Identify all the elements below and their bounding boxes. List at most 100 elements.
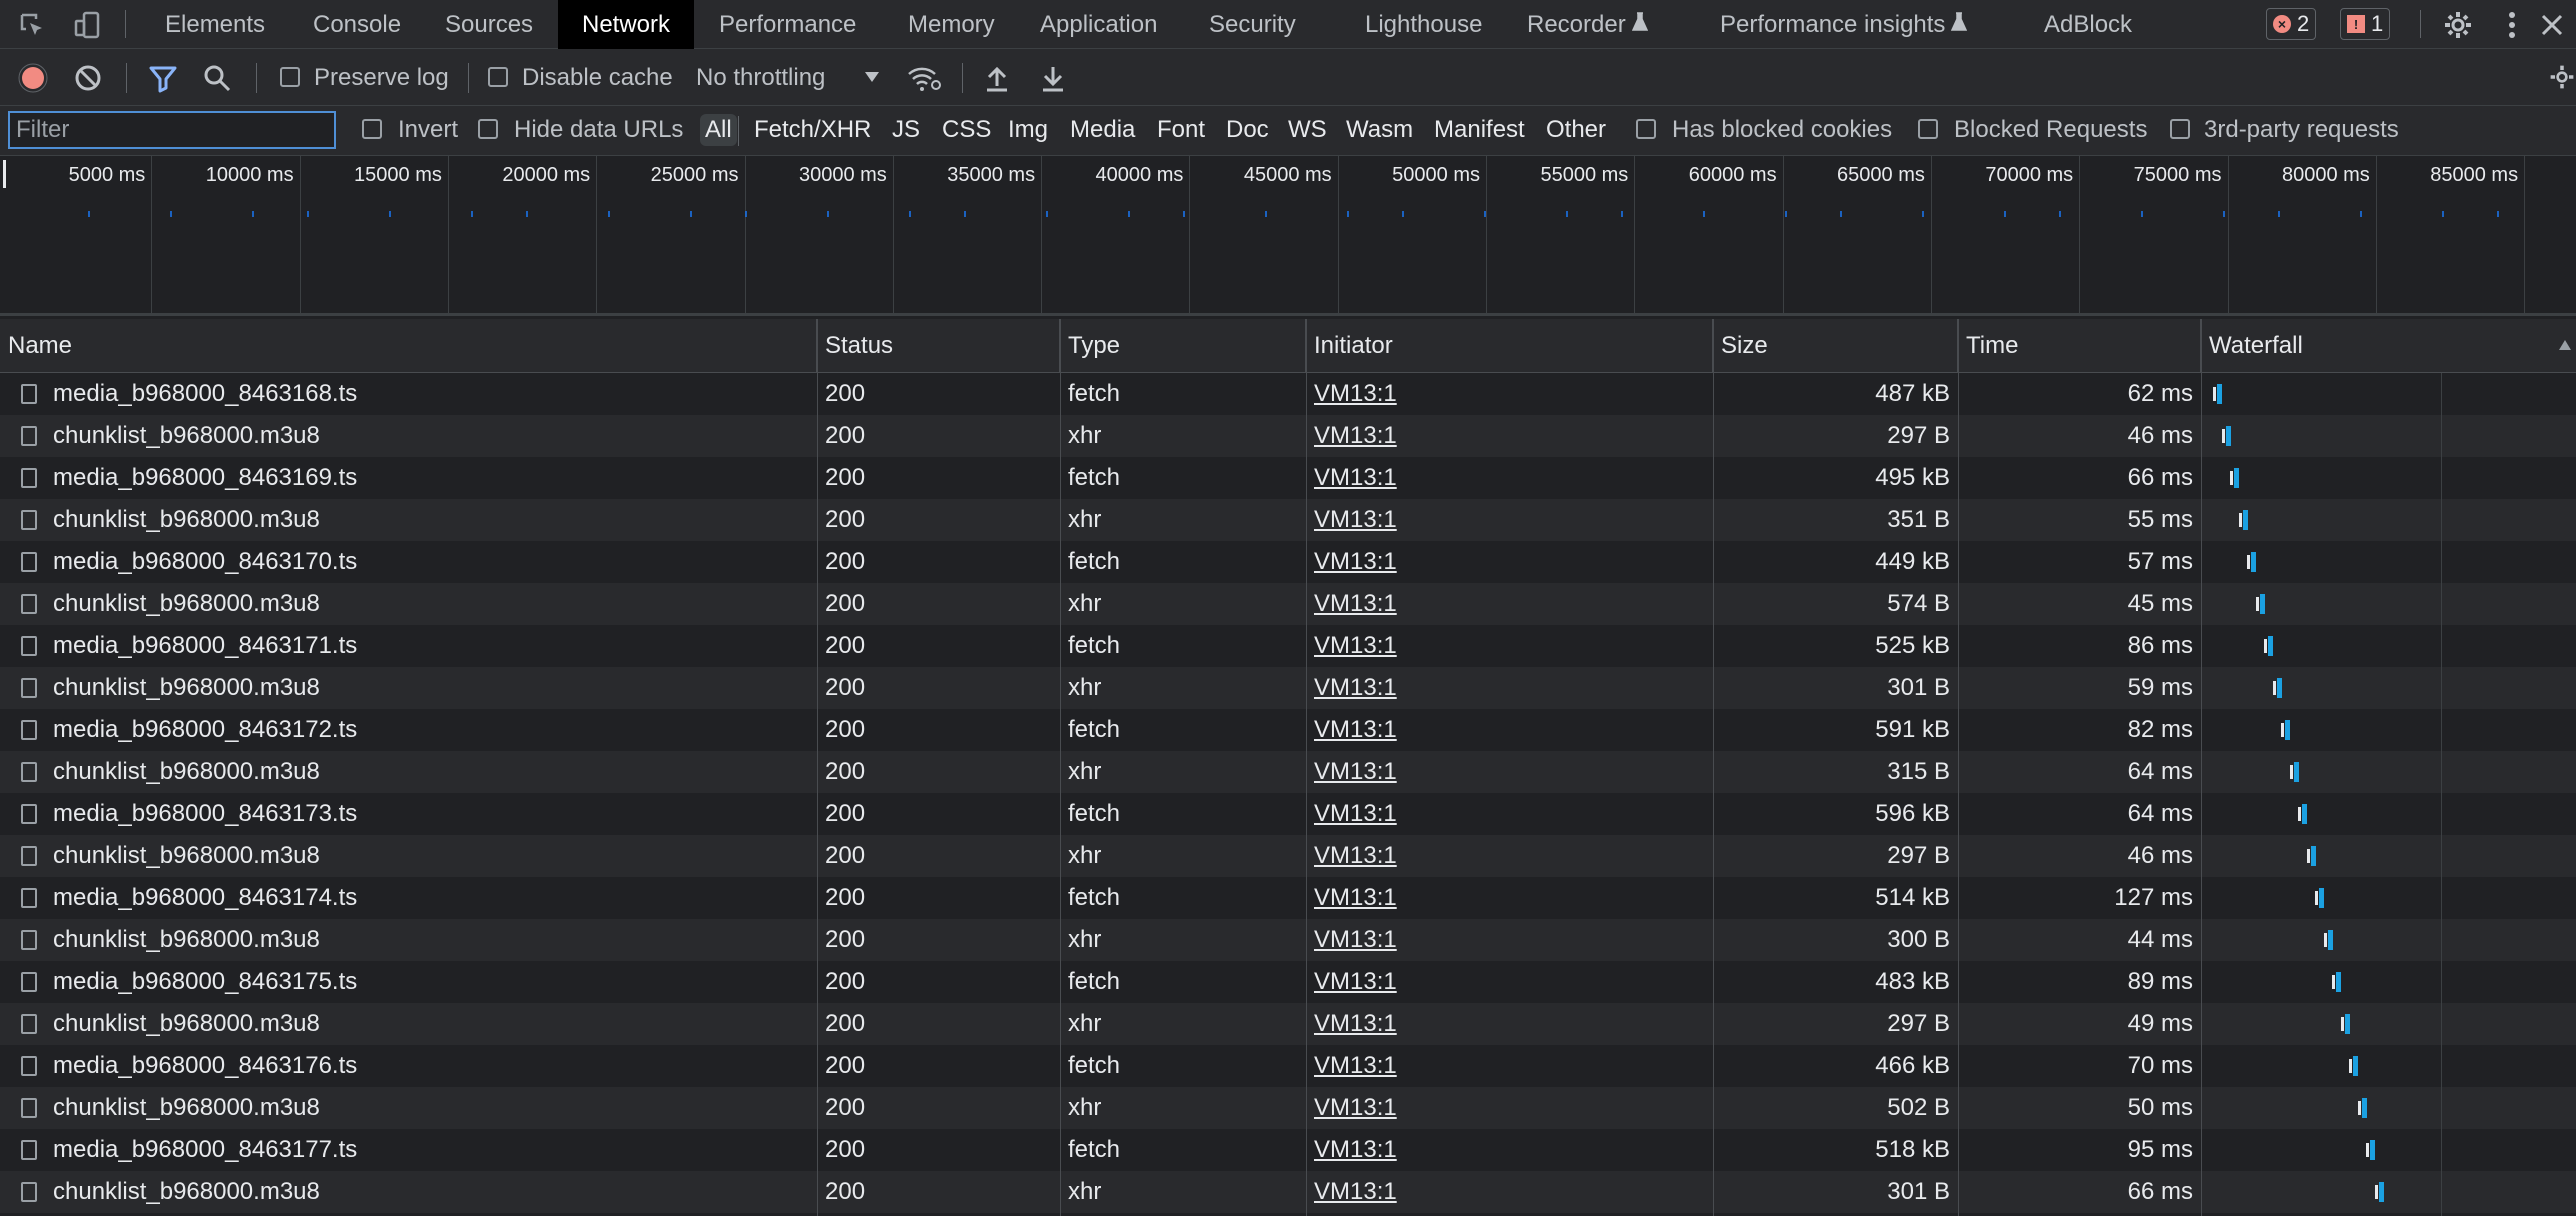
preserve-log-checkbox[interactable] (280, 67, 300, 87)
request-name[interactable]: media_b968000_8463173.ts (53, 793, 357, 835)
request-initiator-link[interactable]: VM13:1 (1314, 835, 1397, 877)
request-initiator-link[interactable]: VM13:1 (1314, 373, 1397, 415)
column-header-name[interactable]: Name (0, 319, 817, 373)
table-row[interactable]: chunklist_b968000.m3u8 200 xhr VM13:1 315 B 6… (0, 751, 2576, 793)
request-name[interactable]: media_b968000_8463168.ts (53, 373, 357, 415)
errors-badge[interactable]: × 2 (2266, 8, 2317, 40)
request-name[interactable]: chunklist_b968000.m3u8 (53, 751, 320, 793)
type-filter-doc[interactable]: Doc (1226, 116, 1269, 144)
request-initiator-link[interactable]: VM13:1 (1314, 541, 1397, 583)
type-filter-img[interactable]: Img (1008, 116, 1048, 144)
request-initiator-link[interactable]: VM13:1 (1314, 667, 1397, 709)
table-row[interactable]: chunklist_b968000.m3u8 200 xhr VM13:1 297 B 4… (0, 415, 2576, 457)
tab-adblock[interactable]: AdBlock (2022, 0, 2154, 49)
request-name[interactable]: chunklist_b968000.m3u8 (53, 1003, 320, 1045)
request-initiator-link[interactable]: VM13:1 (1314, 961, 1397, 1003)
request-name[interactable]: media_b968000_8463176.ts (53, 1045, 357, 1087)
request-name[interactable]: media_b968000_8463177.ts (53, 1129, 357, 1171)
tab-elements[interactable]: Elements (143, 0, 287, 49)
request-initiator-link[interactable]: VM13:1 (1314, 1171, 1397, 1213)
table-row[interactable]: chunklist_b968000.m3u8 200 xhr VM13:1 297 B 4… (0, 835, 2576, 877)
request-name[interactable]: chunklist_b968000.m3u8 (53, 835, 320, 877)
request-name[interactable]: chunklist_b968000.m3u8 (53, 667, 320, 709)
network-settings-gear-icon[interactable] (2548, 63, 2576, 91)
request-initiator-link[interactable]: VM13:1 (1314, 1129, 1397, 1171)
request-name[interactable]: chunklist_b968000.m3u8 (53, 583, 320, 625)
request-initiator-link[interactable]: VM13:1 (1314, 1087, 1397, 1129)
request-initiator-link[interactable]: VM13:1 (1314, 1045, 1397, 1087)
tab-lighthouse[interactable]: Lighthouse (1351, 0, 1496, 49)
type-filter-all[interactable]: All (700, 114, 737, 146)
request-name[interactable]: media_b968000_8463170.ts (53, 541, 357, 583)
column-header-status[interactable]: Status (817, 319, 1060, 373)
table-row[interactable]: media_b968000_8463169.ts 200 fetch VM13:1 49… (0, 457, 2576, 499)
request-name[interactable]: chunklist_b968000.m3u8 (53, 1087, 320, 1129)
preserve-log-label[interactable]: Preserve log (314, 64, 449, 92)
blocked-requests-checkbox[interactable] (1918, 119, 1938, 139)
type-filter-ws[interactable]: WS (1288, 116, 1327, 144)
column-header-waterfall[interactable]: Waterfall (2201, 319, 2576, 373)
request-initiator-link[interactable]: VM13:1 (1314, 877, 1397, 919)
network-conditions-icon[interactable] (906, 63, 942, 93)
record-button[interactable] (18, 63, 48, 93)
type-filter-css[interactable]: CSS (942, 116, 991, 144)
table-row[interactable]: media_b968000_8463168.ts 200 fetch VM13:1 48… (0, 373, 2576, 415)
table-row[interactable]: chunklist_b968000.m3u8 200 xhr VM13:1 297 B 4… (0, 1003, 2576, 1045)
tab-console[interactable]: Console (289, 0, 425, 49)
table-row[interactable]: media_b968000_8463175.ts 200 fetch VM13:1 48… (0, 961, 2576, 1003)
sort-ascending-icon[interactable] (2558, 339, 2572, 351)
request-initiator-link[interactable]: VM13:1 (1314, 457, 1397, 499)
issues-badge[interactable]: ! 1 (2340, 8, 2391, 40)
hide-data-urls-checkbox[interactable] (478, 119, 498, 139)
request-name[interactable]: media_b968000_8463171.ts (53, 625, 357, 667)
blocked-requests-label[interactable]: Blocked Requests (1954, 116, 2147, 144)
column-header-size[interactable]: Size (1713, 319, 1958, 373)
third-party-requests-checkbox[interactable] (2170, 119, 2190, 139)
table-row[interactable]: media_b968000_8463172.ts 200 fetch VM13:1 59… (0, 709, 2576, 751)
request-name[interactable]: chunklist_b968000.m3u8 (53, 499, 320, 541)
invert-checkbox[interactable] (362, 119, 382, 139)
type-filter-font[interactable]: Font (1157, 116, 1205, 144)
table-row[interactable]: media_b968000_8463174.ts 200 fetch VM13:1 51… (0, 877, 2576, 919)
request-name[interactable]: media_b968000_8463174.ts (53, 877, 357, 919)
settings-gear-icon[interactable] (2440, 7, 2476, 43)
request-name[interactable]: chunklist_b968000.m3u8 (53, 919, 320, 961)
type-filter-media[interactable]: Media (1070, 116, 1135, 144)
request-initiator-link[interactable]: VM13:1 (1314, 625, 1397, 667)
overview-selection-handle[interactable] (3, 160, 6, 188)
more-options-icon[interactable] (2494, 7, 2530, 43)
table-row[interactable]: chunklist_b968000.m3u8 200 xhr VM13:1 574 B 4… (0, 583, 2576, 625)
request-name[interactable]: media_b968000_8463175.ts (53, 961, 357, 1003)
table-row[interactable]: chunklist_b968000.m3u8 200 xhr VM13:1 301 B 5… (0, 667, 2576, 709)
inspect-element-icon[interactable] (14, 7, 50, 43)
tab-security[interactable]: Security (1185, 0, 1320, 49)
has-blocked-cookies-label[interactable]: Has blocked cookies (1672, 116, 1892, 144)
tab-application[interactable]: Application (1020, 0, 1177, 49)
tab-memory[interactable]: Memory (884, 0, 1019, 49)
third-party-requests-label[interactable]: 3rd-party requests (2204, 116, 2399, 144)
tab-sources[interactable]: Sources (421, 0, 557, 49)
request-name[interactable]: media_b968000_8463169.ts (53, 457, 357, 499)
type-filter-manifest[interactable]: Manifest (1434, 116, 1525, 144)
request-initiator-link[interactable]: VM13:1 (1314, 499, 1397, 541)
tab-performance-insights[interactable]: Performance insights (1704, 0, 1983, 49)
tab-network[interactable]: Network (558, 0, 695, 49)
column-header-time[interactable]: Time (1958, 319, 2201, 373)
column-header-initiator[interactable]: Initiator (1306, 319, 1713, 373)
close-devtools-icon[interactable] (2534, 7, 2570, 43)
dropdown-arrow-icon[interactable] (864, 71, 880, 83)
throttling-select[interactable]: No throttling (696, 64, 825, 92)
disable-cache-checkbox[interactable] (488, 67, 508, 87)
network-overview-timeline[interactable]: 5000 ms 10000 ms 15000 ms 20000 ms 25000 ms 3… (0, 156, 2576, 316)
type-filter-wasm[interactable]: Wasm (1346, 116, 1413, 144)
request-initiator-link[interactable]: VM13:1 (1314, 1003, 1397, 1045)
request-initiator-link[interactable]: VM13:1 (1314, 583, 1397, 625)
request-initiator-link[interactable]: VM13:1 (1314, 751, 1397, 793)
table-row[interactable]: media_b968000_8463171.ts 200 fetch VM13:1 52… (0, 625, 2576, 667)
invert-label[interactable]: Invert (398, 116, 458, 144)
table-row[interactable]: media_b968000_8463170.ts 200 fetch VM13:1 44… (0, 541, 2576, 583)
tab-recorder[interactable]: Recorder (1517, 0, 1658, 49)
hide-data-urls-label[interactable]: Hide data URLs (514, 116, 683, 144)
table-row[interactable]: media_b968000_8463176.ts 200 fetch VM13:1 46… (0, 1045, 2576, 1087)
request-initiator-link[interactable]: VM13:1 (1314, 793, 1397, 835)
